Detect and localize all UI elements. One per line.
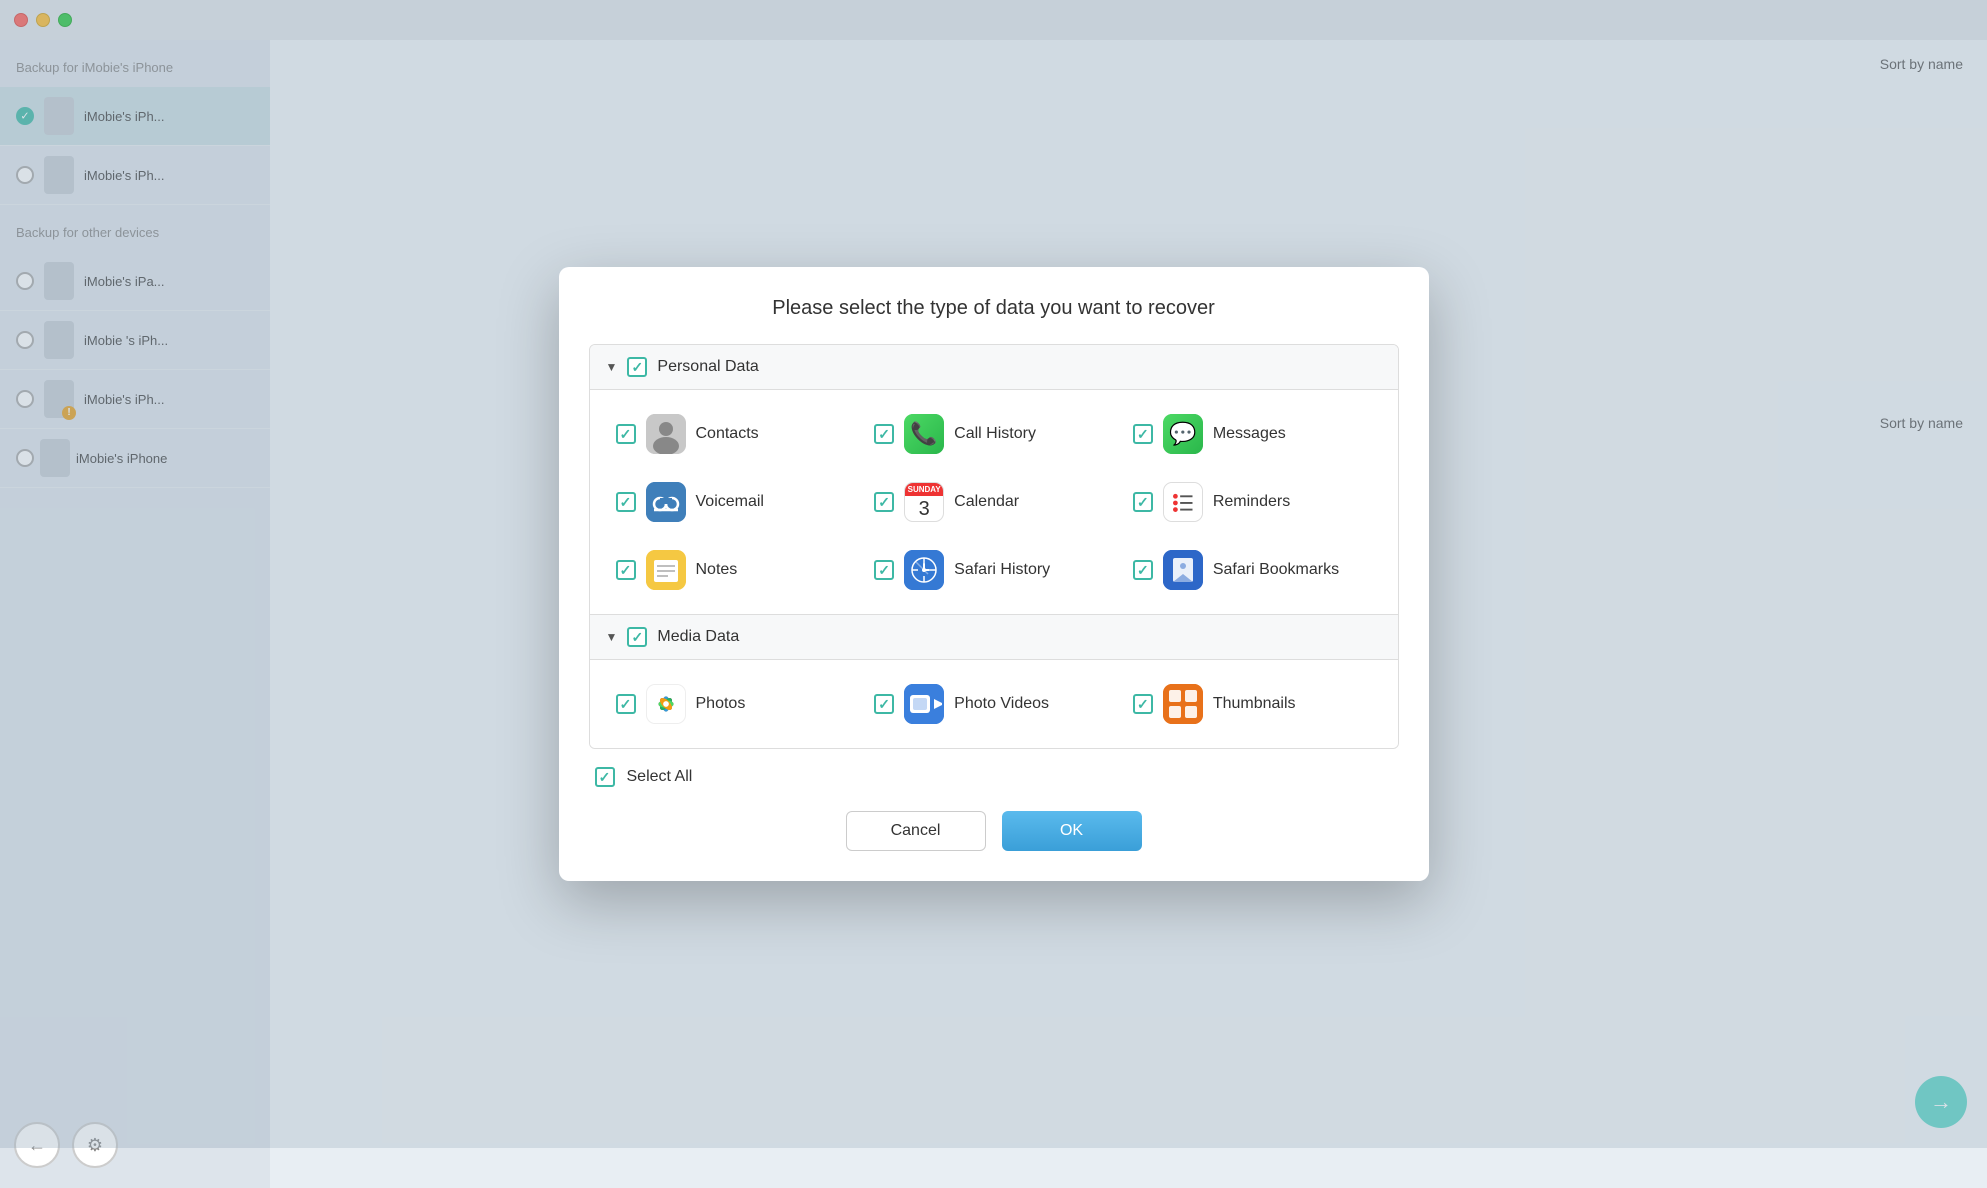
select-all-row[interactable]: Select All — [589, 749, 1399, 805]
contacts-checkbox[interactable] — [616, 424, 636, 444]
calendar-checkbox[interactable] — [874, 492, 894, 512]
item-voicemail[interactable]: Voicemail — [606, 468, 865, 536]
media-section-checkbox[interactable] — [627, 627, 647, 647]
reminders-label: Reminders — [1213, 493, 1290, 511]
photo-videos-checkbox[interactable] — [874, 694, 894, 714]
item-notes[interactable]: Notes — [606, 536, 865, 604]
photo-videos-label: Photo Videos — [954, 695, 1049, 713]
item-photos[interactable]: Photos — [606, 670, 865, 738]
calendar-label: Calendar — [954, 493, 1019, 511]
item-calendar[interactable]: Sunday 3 Calendar — [864, 468, 1123, 536]
safari-history-icon — [904, 550, 944, 590]
select-all-checkbox[interactable] — [595, 767, 615, 787]
media-section-label: Media Data — [657, 628, 739, 646]
photo-videos-icon — [904, 684, 944, 724]
item-reminders[interactable]: Reminders — [1123, 468, 1382, 536]
safari-history-checkbox[interactable] — [874, 560, 894, 580]
item-call-history[interactable]: 📞 Call History — [864, 400, 1123, 468]
select-all-label: Select All — [627, 768, 693, 786]
item-photo-videos[interactable]: Photo Videos — [864, 670, 1123, 738]
call-history-label: Call History — [954, 425, 1036, 443]
personal-section-header[interactable]: ▼ Personal Data — [590, 345, 1398, 390]
notes-label: Notes — [696, 561, 738, 579]
voicemail-label: Voicemail — [696, 493, 764, 511]
thumbnails-label: Thumbnails — [1213, 695, 1296, 713]
media-items-grid: Photos Photo Videos — [590, 660, 1398, 748]
svg-text:💬: 💬 — [1169, 421, 1196, 446]
photos-checkbox[interactable] — [616, 694, 636, 714]
voicemail-icon — [646, 482, 686, 522]
safari-bookmarks-icon — [1163, 550, 1203, 590]
thumbnails-icon — [1163, 684, 1203, 724]
messages-icon: 💬 — [1163, 414, 1203, 454]
notes-checkbox[interactable] — [616, 560, 636, 580]
personal-items-grid: Contacts 📞 Call History — [590, 390, 1398, 614]
messages-label: Messages — [1213, 425, 1286, 443]
modal-dialog: Please select the type of data you want … — [559, 267, 1429, 881]
svg-text:📞: 📞 — [910, 419, 938, 446]
data-section-container: ▼ Personal Data Contacts — [589, 344, 1399, 749]
personal-section-label: Personal Data — [657, 358, 758, 376]
item-safari-bookmarks[interactable]: Safari Bookmarks — [1123, 536, 1382, 604]
messages-checkbox[interactable] — [1133, 424, 1153, 444]
item-contacts[interactable]: Contacts — [606, 400, 865, 468]
item-safari-history[interactable]: Safari History — [864, 536, 1123, 604]
media-section-header[interactable]: ▼ Media Data — [590, 614, 1398, 660]
contacts-icon — [646, 414, 686, 454]
thumbnails-checkbox[interactable] — [1133, 694, 1153, 714]
calendar-day-number: 3 — [919, 496, 930, 522]
safari-history-label: Safari History — [954, 561, 1050, 579]
notes-icon — [646, 550, 686, 590]
safari-bookmarks-label: Safari Bookmarks — [1213, 561, 1339, 579]
reminders-icon — [1163, 482, 1203, 522]
calendar-day-label: Sunday — [905, 483, 943, 496]
calendar-icon: Sunday 3 — [904, 482, 944, 522]
media-chevron-icon: ▼ — [606, 630, 618, 644]
call-history-checkbox[interactable] — [874, 424, 894, 444]
modal-buttons: Cancel OK — [589, 811, 1399, 851]
cancel-button[interactable]: Cancel — [846, 811, 986, 851]
personal-section-checkbox[interactable] — [627, 357, 647, 377]
photos-label: Photos — [696, 695, 746, 713]
item-thumbnails[interactable]: Thumbnails — [1123, 670, 1382, 738]
ok-button[interactable]: OK — [1002, 811, 1142, 851]
safari-bookmarks-checkbox[interactable] — [1133, 560, 1153, 580]
contacts-label: Contacts — [696, 425, 759, 443]
personal-chevron-icon: ▼ — [606, 360, 618, 374]
photos-icon — [646, 684, 686, 724]
item-messages[interactable]: 💬 Messages — [1123, 400, 1382, 468]
call-history-icon: 📞 — [904, 414, 944, 454]
reminders-checkbox[interactable] — [1133, 492, 1153, 512]
voicemail-checkbox[interactable] — [616, 492, 636, 512]
modal-title: Please select the type of data you want … — [589, 297, 1399, 320]
